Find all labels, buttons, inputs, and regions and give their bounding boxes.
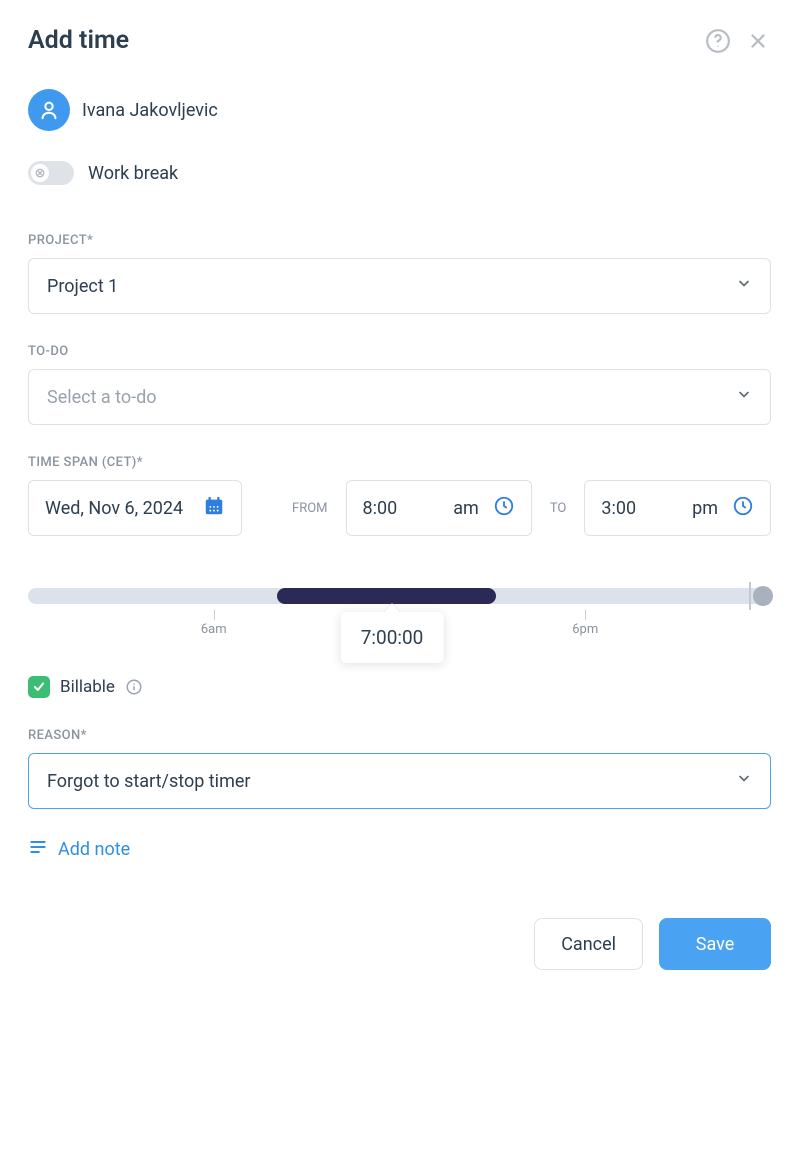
help-icon[interactable] [705,28,731,54]
slider-tick-6am: 6am [201,622,227,637]
to-label: TO [550,501,567,516]
toggle-off-icon [31,164,49,182]
time-slider[interactable] [28,588,771,604]
project-select[interactable]: Project 1 [28,258,771,314]
add-note-button[interactable]: Add note [28,837,771,862]
clock-icon [732,495,754,522]
from-label: FROM [292,501,328,516]
calendar-icon [203,495,225,522]
timespan-label: TIME SPAN (CET)* [28,455,771,470]
save-button[interactable]: Save [659,918,771,970]
reason-select[interactable]: Forgot to start/stop timer [28,753,771,809]
todo-select[interactable]: Select a to-do [28,369,771,425]
project-value: Project 1 [47,276,118,297]
reason-label: REASON* [28,728,771,743]
from-ampm: am [453,498,479,519]
to-time-input[interactable]: 3:00 pm [584,480,771,536]
avatar [28,89,70,131]
from-time-value: 8:00 [363,498,398,519]
slider-tick-6pm: 6pm [572,622,598,637]
from-time-input[interactable]: 8:00 am [346,480,532,536]
page-title: Add time [28,26,691,55]
workbreak-label: Work break [88,163,178,184]
duration-bubble: 7:00:00 [341,612,444,663]
user-name: Ivana Jakovljevic [82,100,218,121]
project-label: PROJECT* [28,233,771,248]
reason-value: Forgot to start/stop timer [47,771,251,792]
chevron-down-icon [736,771,752,792]
slider-end-handle[interactable] [753,586,773,606]
workbreak-toggle[interactable] [28,161,74,185]
billable-label: Billable [60,677,115,697]
to-ampm: pm [692,498,718,519]
date-input[interactable]: Wed, Nov 6, 2024 [28,480,242,536]
to-time-value: 3:00 [601,498,636,519]
note-icon [28,837,48,862]
chevron-down-icon [736,276,752,297]
add-note-label: Add note [58,839,130,860]
todo-label: TO-DO [28,344,771,359]
clock-icon [493,495,515,522]
todo-placeholder: Select a to-do [47,387,157,408]
close-icon[interactable] [745,28,771,54]
slider-end-marker [749,582,751,610]
date-value: Wed, Nov 6, 2024 [45,498,183,519]
chevron-down-icon [736,387,752,408]
cancel-button[interactable]: Cancel [534,918,643,970]
billable-checkbox[interactable] [28,676,50,698]
info-icon[interactable] [125,678,143,696]
slider-range[interactable] [277,588,496,604]
